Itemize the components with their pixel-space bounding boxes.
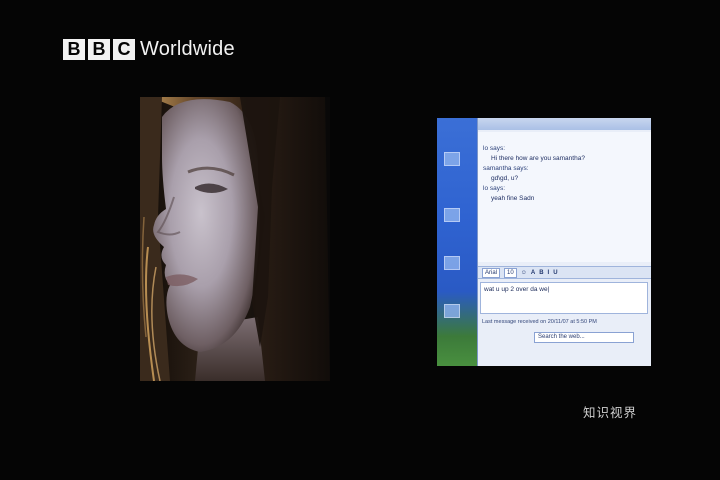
chat-sender: samantha says: bbox=[483, 165, 529, 172]
web-search-input[interactable]: Search the web... bbox=[534, 332, 634, 343]
bold-icon[interactable]: B bbox=[539, 270, 543, 276]
desktop-icon[interactable] bbox=[444, 256, 460, 270]
desktop-icon[interactable] bbox=[444, 304, 460, 318]
underline-icon[interactable]: U bbox=[553, 270, 557, 276]
chat-message: gd\gd, u? bbox=[491, 175, 519, 182]
chat-message: yeah fine Sadn bbox=[491, 195, 535, 202]
girl-portrait-photo bbox=[140, 97, 330, 381]
monitor-screen: lo says: Hi there how are you samantha? … bbox=[437, 118, 651, 366]
italic-icon[interactable]: I bbox=[548, 270, 550, 276]
chat-sender: lo says: bbox=[483, 145, 506, 152]
chat-history: lo says: Hi there how are you samantha? … bbox=[478, 132, 651, 262]
channel-watermark: 知识视界 bbox=[583, 405, 638, 420]
girl-portrait-illustration bbox=[140, 97, 330, 381]
logo-letter-c: C bbox=[113, 38, 135, 60]
logo-letter-b2: B bbox=[88, 38, 110, 60]
chat-status-text: Last message received on 20/11/07 at 5:5… bbox=[482, 319, 597, 325]
chat-window: lo says: Hi there how are you samantha? … bbox=[477, 118, 651, 366]
font-color-icon[interactable]: A bbox=[531, 270, 535, 276]
chat-message-input[interactable]: wat u up 2 over da we| bbox=[480, 282, 648, 314]
logo-word: Worldwide bbox=[140, 38, 235, 60]
emoticon-icon[interactable]: ☺ bbox=[521, 270, 527, 276]
chat-message: Hi there how are you samantha? bbox=[491, 155, 585, 162]
logo-letter-b1: B bbox=[63, 38, 85, 60]
font-size-select[interactable]: 10 bbox=[504, 267, 517, 278]
chat-titlebar[interactable] bbox=[478, 118, 651, 130]
desktop-taskpane bbox=[437, 118, 477, 366]
chat-format-toolbar: Arial 10 ☺ A B I U bbox=[478, 266, 651, 279]
bbc-worldwide-logo: B B C Worldwide bbox=[63, 38, 235, 60]
desktop-icon[interactable] bbox=[444, 208, 460, 222]
desktop-icon[interactable] bbox=[444, 152, 460, 166]
chat-sender: lo says: bbox=[483, 185, 506, 192]
font-select[interactable]: Arial bbox=[482, 267, 501, 278]
